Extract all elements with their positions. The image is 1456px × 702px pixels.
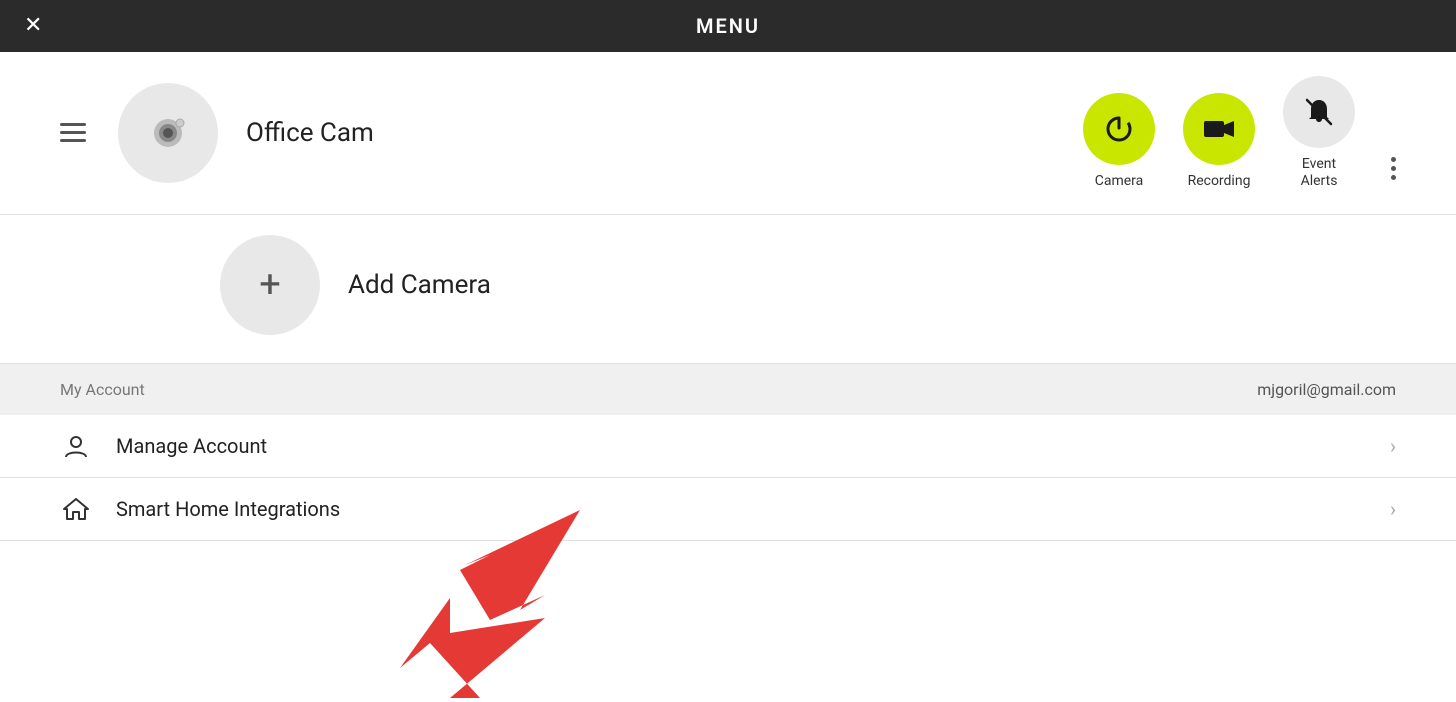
event-alerts-action-group: EventAlerts	[1283, 76, 1355, 190]
camera-section: Office Cam Camera Rec	[0, 52, 1456, 215]
camera-action-label: Camera	[1095, 173, 1144, 190]
manage-account-item[interactable]: Manage Account ›	[0, 415, 1456, 478]
my-account-section: My Account mjgoril@gmail.com	[0, 364, 1456, 415]
person-icon	[60, 433, 92, 459]
recording-action-group: Recording	[1183, 93, 1255, 190]
home-icon	[60, 496, 92, 522]
plus-icon: +	[259, 266, 281, 304]
close-button[interactable]: ✕	[24, 15, 42, 37]
add-camera-label: Add Camera	[348, 270, 491, 300]
hamburger-icon[interactable]	[60, 123, 86, 142]
event-alerts-action-button[interactable]	[1283, 76, 1355, 148]
add-camera-button[interactable]: +	[220, 235, 320, 335]
camera-action-group: Camera	[1083, 93, 1155, 190]
my-account-email: mjgoril@gmail.com	[1257, 380, 1396, 399]
chevron-right-icon-2: ›	[1390, 497, 1396, 521]
event-alerts-action-label: EventAlerts	[1301, 156, 1338, 190]
camera-action-button[interactable]	[1083, 93, 1155, 165]
recording-action-button[interactable]	[1183, 93, 1255, 165]
smart-home-label: Smart Home Integrations	[116, 497, 1390, 521]
chevron-right-icon: ›	[1390, 434, 1396, 458]
add-camera-section: + Add Camera	[0, 215, 1456, 364]
top-bar: ✕ MENU	[0, 0, 1456, 52]
smart-home-item[interactable]: Smart Home Integrations ›	[0, 478, 1456, 541]
my-account-label: My Account	[60, 380, 145, 399]
menu-title: MENU	[696, 14, 760, 38]
manage-account-label: Manage Account	[116, 434, 1390, 458]
camera-avatar	[118, 83, 218, 183]
action-buttons: Camera Recording	[1083, 76, 1396, 190]
more-button[interactable]	[1391, 157, 1396, 190]
red-arrow-annotation	[390, 588, 550, 702]
recording-action-label: Recording	[1188, 173, 1251, 190]
camera-name: Office Cam	[246, 118, 1083, 148]
